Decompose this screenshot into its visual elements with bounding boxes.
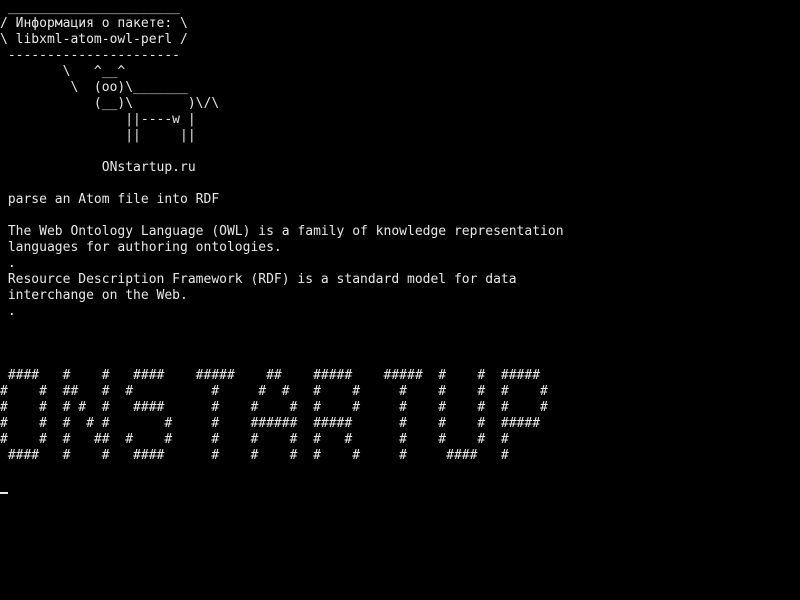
package-info-line: . (0, 304, 16, 319)
ascii-banner-line: #### # # #### ##### ## ##### ##### # # #… (0, 368, 541, 383)
ascii-banner-line: # # # ## # # # # # # # # # # # (0, 432, 509, 447)
cow-ascii-line: || || (0, 128, 196, 143)
site-label: ONstartup.ru (0, 160, 196, 175)
cowsay-bubble-bottom: ---------------------- (0, 48, 181, 63)
cow-ascii-line: ||----w | (0, 112, 196, 127)
package-summary: parse an Atom file into RDF (0, 192, 220, 207)
ascii-banner-line: # # # # # # # ###### ##### # # # ##### (0, 416, 541, 431)
package-info-line: The Web Ontology Language (OWL) is a fam… (0, 224, 564, 239)
ascii-banner-line: #### # # #### # # # # # # #### # (0, 448, 509, 463)
ascii-banner-line: # # ## # # # # # # # # # # # # (0, 384, 548, 399)
package-info-line: interchange on the Web. (0, 288, 188, 303)
cowsay-bubble-top: ______________________ (0, 0, 181, 15)
ascii-banner-line: # # # # # #### # # # # # # # # # # (0, 400, 548, 415)
cow-ascii-line: \ ^__^ (0, 64, 126, 79)
cowsay-bubble-title: / Информация о пакете: \ (0, 16, 188, 31)
package-info-line: languages for authoring ontologies. (0, 240, 282, 255)
terminal-screen[interactable]: ______________________ / Информация о па… (0, 0, 800, 600)
package-info-line: Resource Description Framework (RDF) is … (0, 272, 517, 287)
cowsay-bubble-package: \ libxml-atom-owl-perl / (0, 32, 188, 47)
cow-ascii-line: \ (oo)\_______ (0, 80, 188, 95)
cow-ascii-line: (__)\ )\/\ (0, 96, 220, 111)
package-info-line: . (0, 256, 16, 271)
text-cursor (0, 492, 8, 494)
